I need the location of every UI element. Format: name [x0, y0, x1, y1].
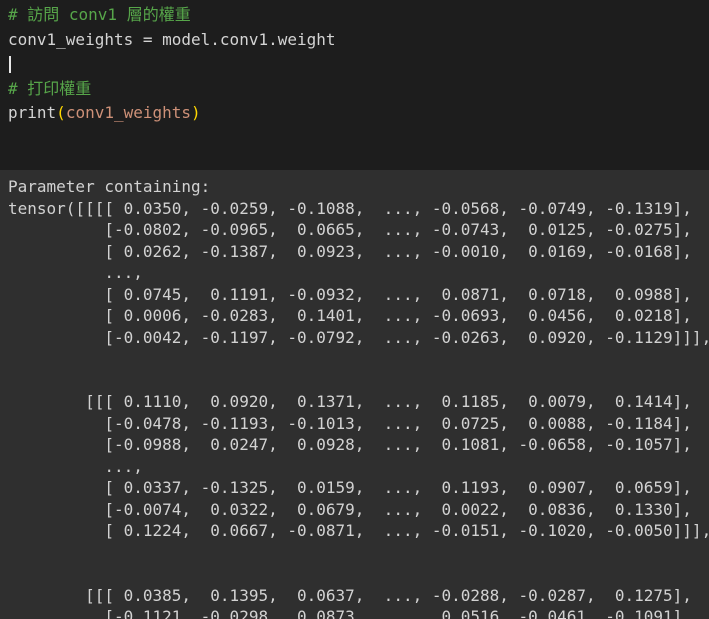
code-line-2[interactable]: conv1_weights = model.conv1.weight — [8, 28, 701, 53]
code-editor[interactable]: # 訪問 conv1 層的權重 conv1_weights = model.co… — [0, 0, 709, 170]
text-cursor — [9, 56, 11, 73]
open-paren: ( — [56, 103, 66, 122]
tensor-output-text: Parameter containing: tensor([[[[ 0.0350… — [8, 177, 709, 619]
code-assignment-statement: conv1_weights = model.conv1.weight — [8, 29, 336, 49]
output-area: Parameter containing: tensor([[[[ 0.0350… — [0, 170, 709, 619]
print-function-name: print — [8, 103, 57, 122]
code-line-1[interactable]: # 訪問 conv1 層的權重 — [8, 3, 701, 28]
code-comment-access-weights: # 訪問 conv1 層的權重 — [8, 5, 191, 24]
print-argument: conv1_weights — [65, 103, 192, 122]
close-paren: ) — [191, 103, 201, 122]
code-comment-print-weights: # 打印權重 — [8, 78, 92, 98]
code-line-4[interactable]: # 打印權重 — [8, 77, 701, 102]
code-line-5[interactable]: print(conv1_weights) — [8, 101, 701, 126]
code-line-3[interactable] — [8, 52, 701, 77]
notebook: # 訪問 conv1 層的權重 conv1_weights = model.co… — [0, 0, 709, 619]
